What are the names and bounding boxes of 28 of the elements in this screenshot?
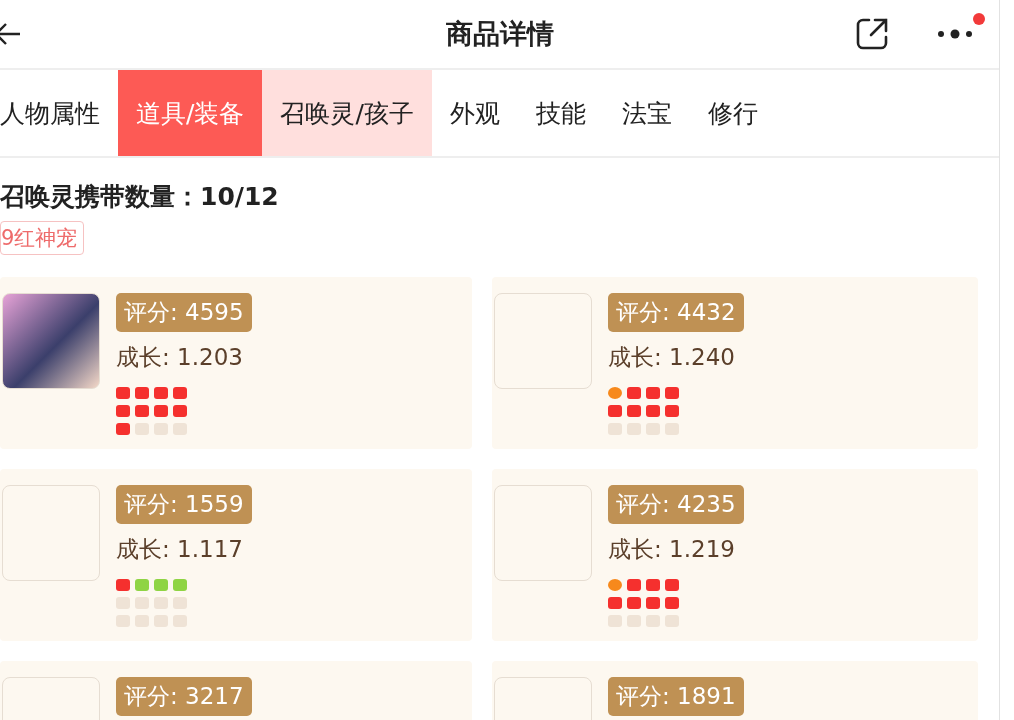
pet-card[interactable]: 评分: 4235 成长: 1.219 bbox=[492, 469, 978, 641]
tab[interactable]: 修行 bbox=[689, 70, 776, 156]
pet-tag: 9红神宠 bbox=[0, 221, 85, 255]
tab[interactable]: 人物属性 bbox=[0, 70, 118, 156]
pet-card[interactable]: 评分: 4595 成长: 1.203 bbox=[0, 277, 472, 449]
tab[interactable]: 召唤灵/孩子 bbox=[262, 70, 432, 156]
back-arrow-icon bbox=[0, 22, 22, 46]
page-title: 商品详情 bbox=[445, 17, 554, 51]
share-icon bbox=[855, 17, 889, 51]
score-label: 评分: 4595 bbox=[116, 293, 252, 332]
score-label: 评分: 1559 bbox=[116, 485, 252, 524]
pet-card[interactable]: 评分: 1559 成长: 1.117 bbox=[0, 469, 472, 641]
score-label: 评分: 4432 bbox=[608, 293, 744, 332]
growth-label: 成长: 1.240 bbox=[608, 343, 735, 372]
growth-label: 成长: 1.203 bbox=[116, 343, 243, 372]
growth-label: 成长: 1.117 bbox=[116, 535, 243, 564]
more-icon bbox=[937, 29, 973, 39]
share-button[interactable] bbox=[855, 17, 889, 51]
score-label: 评分: 4235 bbox=[608, 485, 744, 524]
growth-label: 成长: 1.219 bbox=[608, 535, 735, 564]
back-button[interactable] bbox=[0, 22, 22, 46]
score-label: 评分: 3217 bbox=[116, 677, 252, 716]
tab[interactable]: 外观 bbox=[431, 70, 518, 156]
tab[interactable]: 技能 bbox=[517, 70, 604, 156]
score-label: 评分: 1891 bbox=[608, 677, 744, 716]
pet-card[interactable]: 评分: 4432 成长: 1.240 bbox=[492, 277, 978, 449]
tab[interactable]: 法宝 bbox=[603, 70, 690, 156]
pet-count-label: 召唤灵携带数量：10/12 bbox=[0, 181, 280, 213]
